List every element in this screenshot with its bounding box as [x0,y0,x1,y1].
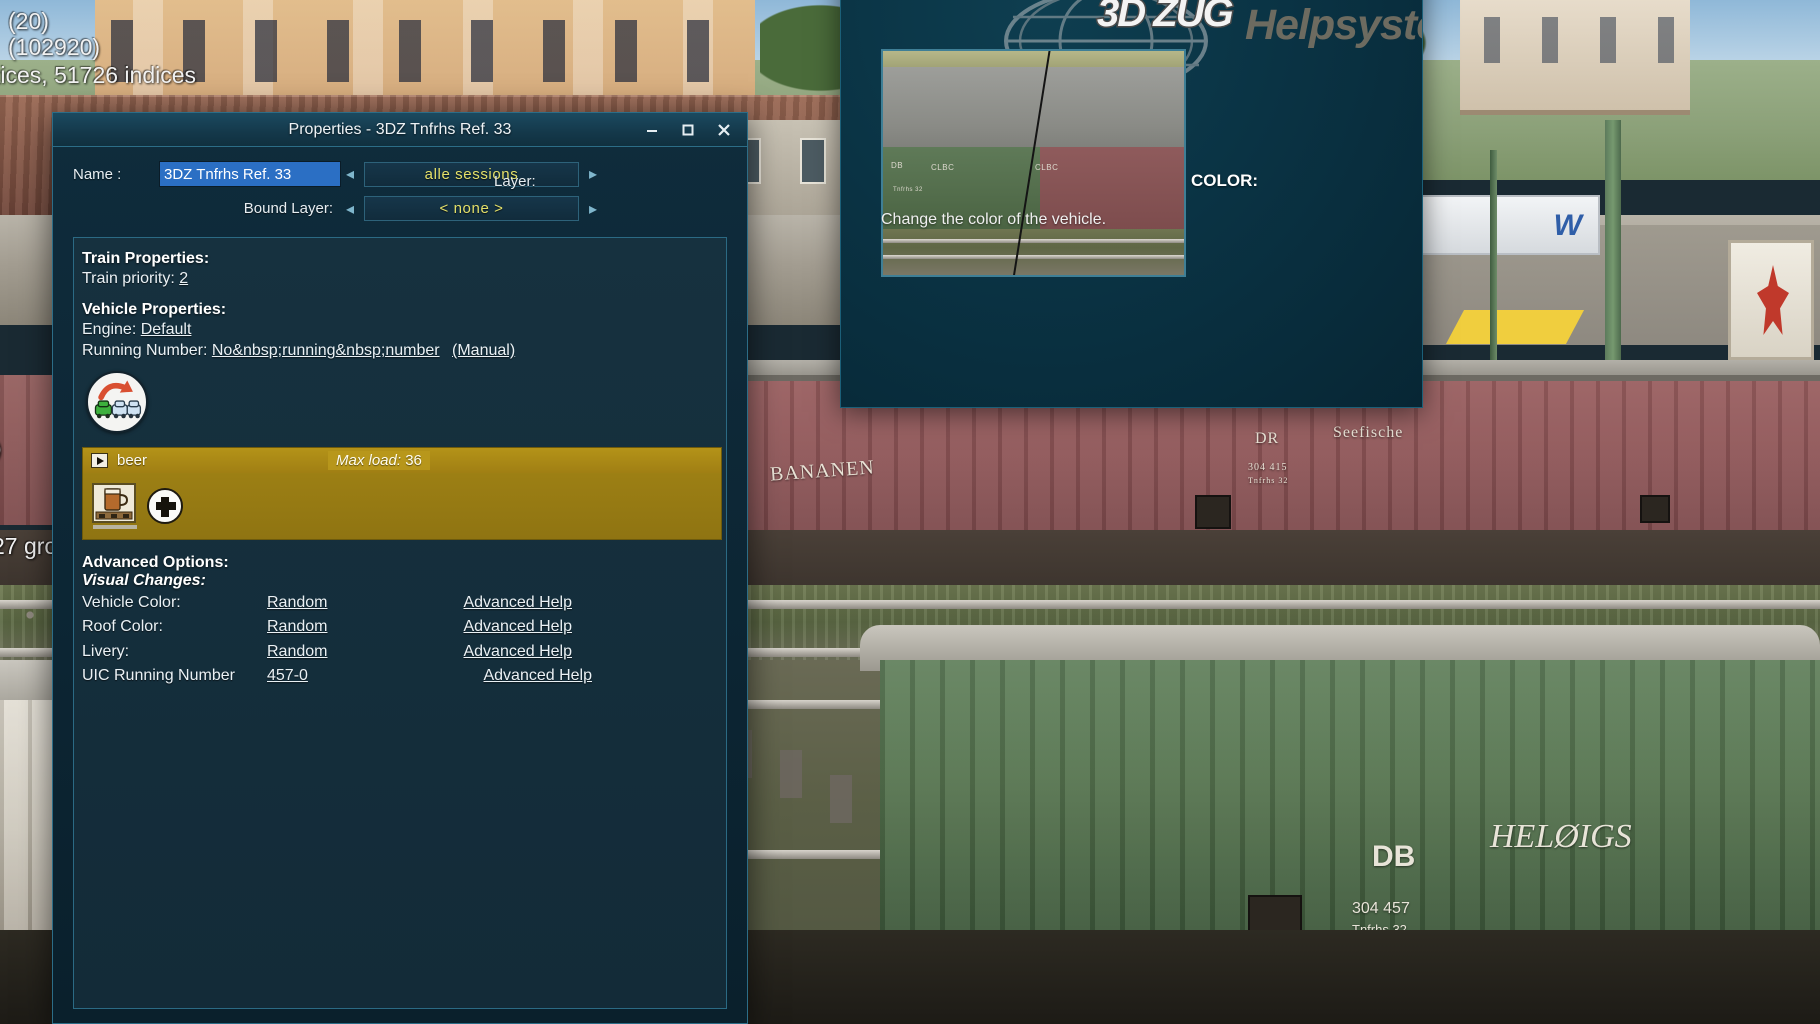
advanced-row-label: Livery: [82,642,130,660]
cargo-items [83,473,721,539]
thumb-label-db: DB [891,161,904,170]
cargo-expand-icon[interactable] [91,453,108,469]
train-priority-row: Train priority: 2 [82,268,718,289]
cargo-name: beer [117,452,148,470]
minimize-icon [647,130,657,132]
advanced-row-action[interactable]: 457-0 [267,665,453,686]
minimize-button[interactable] [635,116,669,144]
layer-prev-arrow[interactable]: ◂ [343,166,357,183]
add-cargo-button[interactable] [147,488,183,525]
logo-text: 3D ZUG [1096,0,1236,37]
wagon-subtype-red: Tnfrhs 32 [1248,476,1289,485]
max-load-value: 36 [405,452,422,470]
content-padding: Train Properties: Train priority: 2 Vehi… [74,250,726,686]
bound-layer-selector[interactable]: ◂ < none > ▸ [343,196,727,221]
dialog-titlebar[interactable]: Properties - 3DZ Tnfrhs Ref. 33 [53,113,747,147]
screen-root: BANANEN DR Seefische 304 415 Tnfrhs 32 D… [0,0,1820,1024]
thumb-label-right: CLBC [1035,163,1059,172]
name-label: Name : [73,165,122,183]
engine-row: Engine: Default [82,319,718,340]
advanced-row-action[interactable]: Random [267,592,453,613]
cargo-header[interactable]: beer Max load: 36 [83,448,721,474]
engine-label: Engine: [82,321,137,339]
thumb-label-sub: Tnfrhs 32 [893,187,923,193]
close-icon [718,124,730,136]
properties-content-pane: Train Properties: Train priority: 2 Vehi… [73,237,727,1009]
bound-layer-value-box[interactable]: < none > [364,196,579,221]
help-thumbnail: DB CLBC CLBC Tnfrhs 32 [881,49,1186,277]
maximize-icon [682,124,694,136]
window-controls [635,113,741,147]
vehicle-properties-heading: Vehicle Properties: [82,301,227,319]
kiosk [1728,240,1814,360]
running-number-label: Running Number: [82,342,208,360]
bound-layer-next-arrow[interactable]: ▸ [586,201,600,218]
cargo-selection-underline [93,525,137,530]
wagon-number-red: 304 415 [1248,462,1288,473]
catenary-mast-2 [1490,150,1497,380]
cargo-block: beer Max load: 36 [82,447,722,541]
bound-layer-label: Bound Layer: [243,200,333,217]
cargo-max-load: Max load: 36 [328,451,430,471]
train-priority-value[interactable]: 2 [179,270,188,287]
wagon-green [880,660,1820,930]
wagon-label-db: DB [1372,840,1416,873]
properties-dialog[interactable]: Properties - 3DZ Tnfrhs Ref. 33 Name: 3… [52,112,748,1024]
wagon-label-dr: DR [1255,430,1280,447]
layer-next-arrow[interactable]: ▸ [586,166,600,183]
visual-changes-heading: Visual Changes: [82,572,206,590]
help-description: Change the color of the vehicle. [881,211,1107,228]
dialog-body: Name : ◂ alle sessions ▸ Bound Layer: ◂ … [53,147,747,1023]
advanced-row-action[interactable]: Random [267,616,453,637]
maximize-button[interactable] [671,116,705,144]
train-priority-label: Train priority: [82,270,175,287]
wagon-label-seefische: Seefische [1333,424,1404,441]
advanced-row-label: UIC Running Number [82,666,235,684]
advanced-options-grid: Vehicle Color: Random Advanced Help Roof… [82,592,718,685]
helpsystem-panel[interactable]: 3D ZUG Helpsystem DB CLBC CLBC Tnfrhs 32… [840,0,1423,408]
running-number-value[interactable]: No&nbsp;running&nbsp;number [212,342,440,359]
engine-value[interactable]: Default [141,321,192,338]
advanced-row-label: Roof Color: [82,618,163,636]
name-input[interactable] [159,161,341,187]
beer-mug-icon[interactable] [92,483,136,524]
running-number-row: Running Number: No&nbsp;running&nbsp;num… [82,340,718,361]
advanced-row-help[interactable]: Advanced Help [463,665,718,686]
close-button[interactable] [707,116,741,144]
running-number-mode[interactable]: (Manual) [452,342,515,359]
help-topic-label: COLOR: [1191,171,1259,190]
yellow-marking [1445,310,1585,344]
wagon-plate-1 [1195,495,1231,529]
max-load-label: Max load: [336,452,402,470]
advanced-row-action[interactable]: Random [267,641,453,662]
helpsystem-title: Helpsystem [1245,1,1422,49]
layer-label: Layer: [494,173,536,190]
thumb-label-left: CLBC [931,163,955,172]
swap-vehicle-icon[interactable] [86,371,148,434]
advanced-row-help[interactable]: Advanced Help [463,592,718,613]
advanced-row-label: Vehicle Color: [82,594,181,612]
wagon-label-helbigs: HELØIGS [1490,818,1632,855]
train-properties-heading: Train Properties: [82,250,210,267]
bound-layer-prev-arrow[interactable]: ◂ [343,201,357,218]
advanced-options-heading: Advanced Options: [82,554,229,572]
layer-value-box[interactable]: alle sessions [364,161,579,187]
advanced-row-help[interactable]: Advanced Help [463,616,718,637]
dialog-title: Properties - 3DZ Tnfrhs Ref. 33 [288,120,512,138]
wagon-number-green: 304 457 [1352,900,1410,917]
advanced-row-help[interactable]: Advanced Help [463,641,718,662]
header-fields: Name : ◂ alle sessions ▸ Bound Layer: ◂ … [73,161,727,221]
wagon-plate-2 [1640,495,1670,523]
background-building-right [1460,0,1690,115]
